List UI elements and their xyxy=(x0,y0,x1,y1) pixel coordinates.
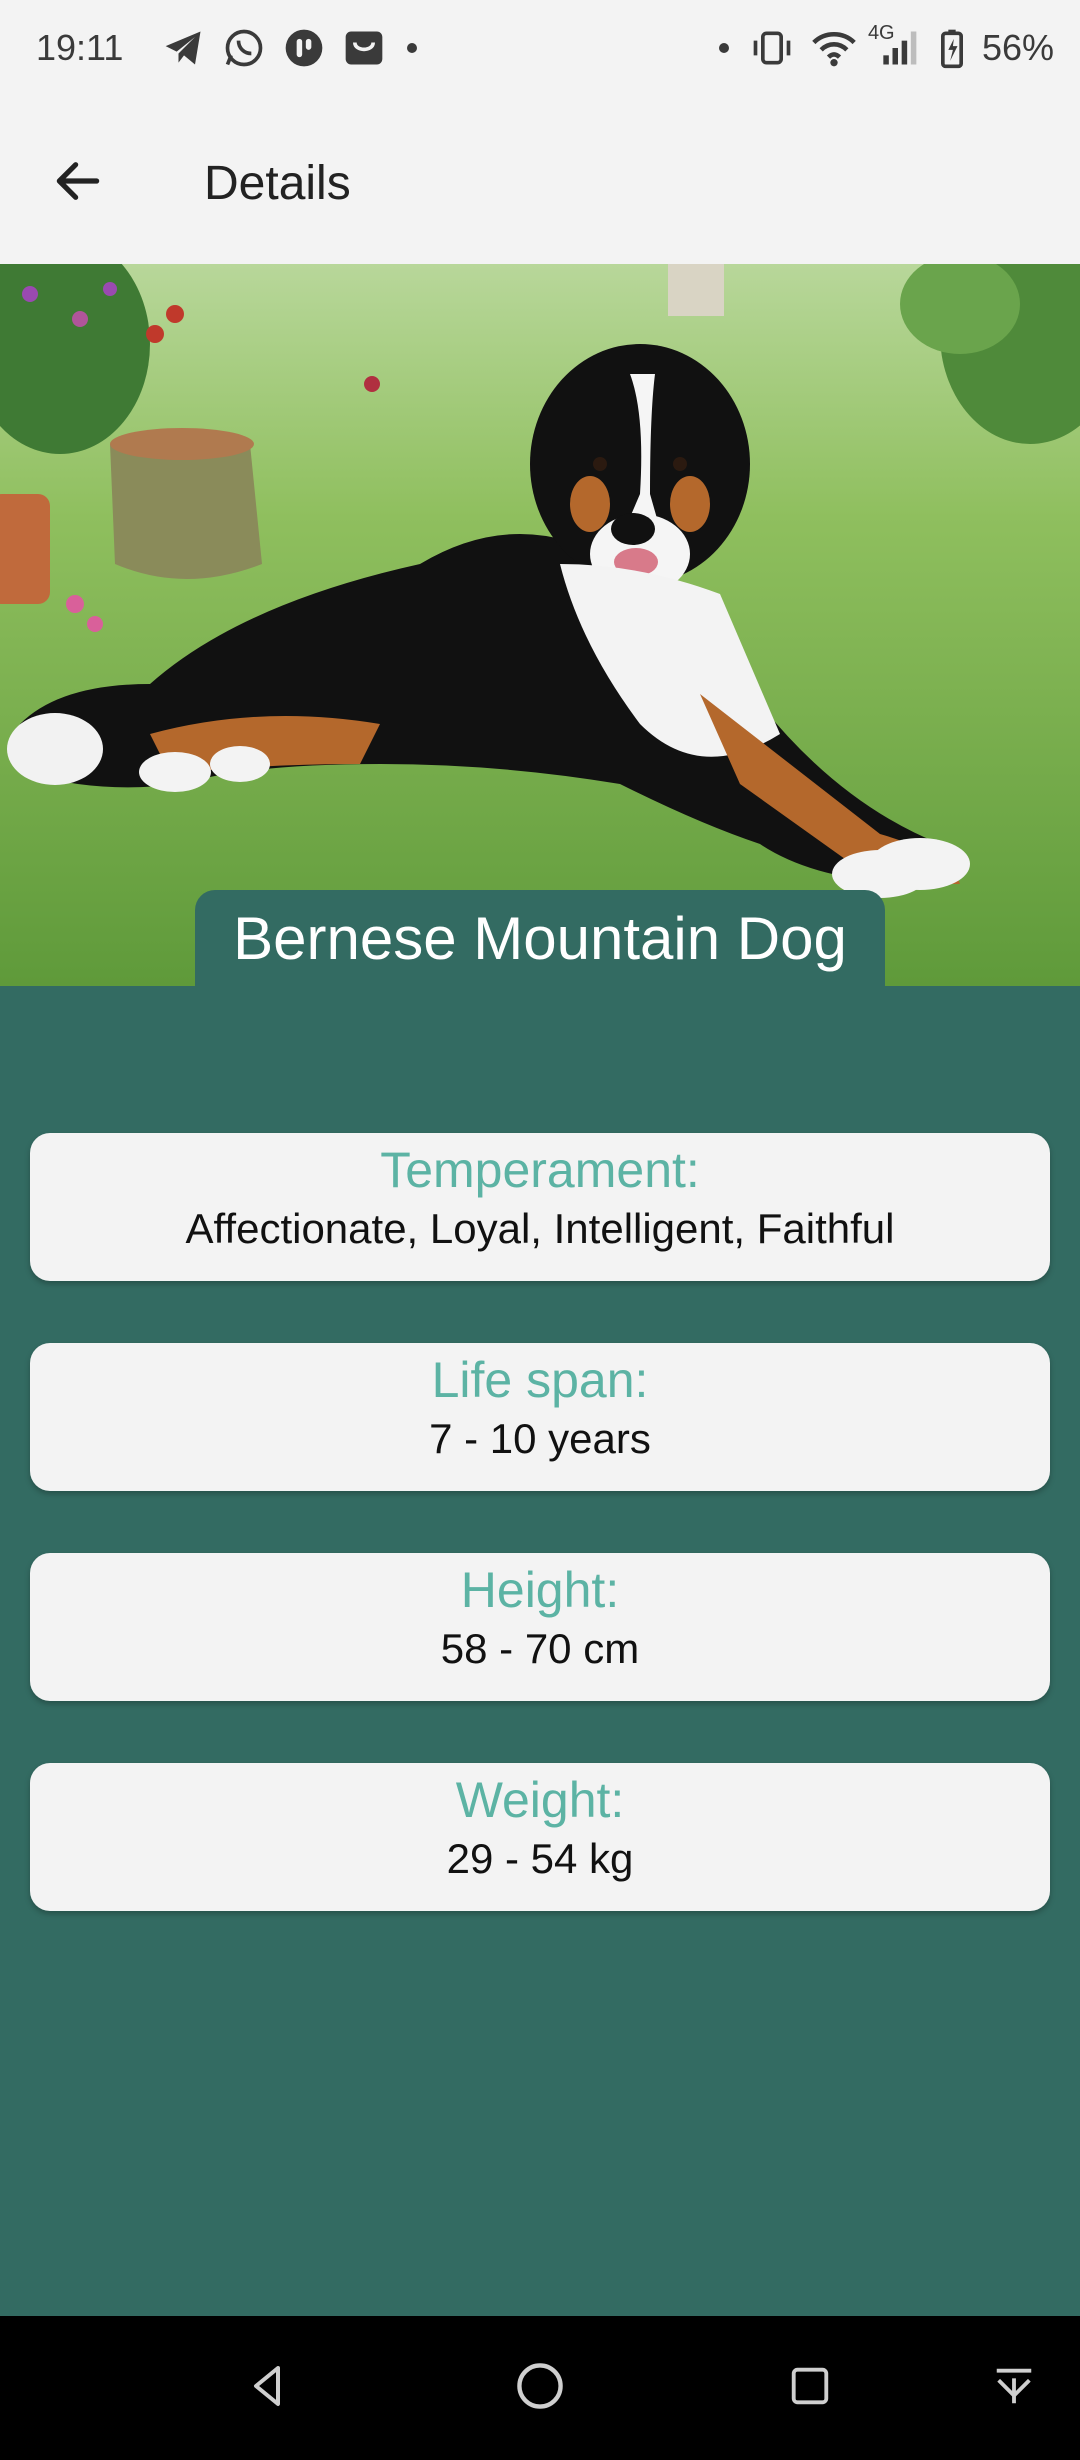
telegram-icon xyxy=(162,26,206,70)
system-navigation-bar xyxy=(0,2316,1080,2460)
dot-icon xyxy=(714,38,734,58)
life-span-value: 7 - 10 years xyxy=(429,1415,651,1462)
temperament-label: Temperament: xyxy=(380,1142,700,1198)
life-span-label: Life span: xyxy=(431,1352,649,1408)
nav-back-button[interactable] xyxy=(236,2356,300,2420)
notification-pull-icon xyxy=(991,2363,1037,2414)
status-time: 19:11 xyxy=(36,27,124,68)
nav-recents-button[interactable] xyxy=(778,2356,842,2420)
dot-icon xyxy=(402,38,422,58)
height-card: Height: 58 - 70 cm xyxy=(30,1553,1050,1701)
nav-home-button[interactable] xyxy=(508,2356,572,2420)
dog-photo-illustration xyxy=(0,264,1080,986)
weight-card: Weight: 29 - 54 kg xyxy=(30,1763,1050,1911)
breed-photo xyxy=(0,264,1080,986)
whatsapp-icon xyxy=(222,26,266,70)
wifi-icon xyxy=(810,26,858,70)
temperament-card: Temperament: Affectionate, Loyal, Intell… xyxy=(30,1133,1050,1281)
shopping-icon xyxy=(342,26,386,70)
height-value: 58 - 70 cm xyxy=(440,1625,640,1672)
weight-label: Weight: xyxy=(455,1772,625,1828)
back-triangle-icon xyxy=(244,2362,292,2415)
weight-value: 29 - 54 kg xyxy=(446,1835,634,1882)
status-left-icons xyxy=(162,22,422,74)
life-span-card: Life span: 7 - 10 years xyxy=(30,1343,1050,1491)
height-label: Height: xyxy=(460,1562,620,1618)
app-icon xyxy=(282,26,326,70)
arrow-back-icon xyxy=(50,153,106,214)
vibrate-icon xyxy=(750,26,794,70)
nav-notification-button[interactable] xyxy=(982,2356,1046,2420)
page-title: Details xyxy=(204,157,351,210)
app-bar: Details xyxy=(0,96,1080,264)
breed-name: Bernese Mountain Dog xyxy=(195,890,885,986)
battery-charging-icon xyxy=(938,26,966,70)
status-bar: 19:11 4G 56% xyxy=(0,0,1080,96)
back-button[interactable] xyxy=(44,149,112,217)
recents-square-icon xyxy=(787,2363,833,2414)
network-type: 4G xyxy=(867,22,895,44)
home-circle-icon xyxy=(514,2360,566,2417)
temperament-value: Affectionate, Loyal, Intelligent, Faithf… xyxy=(185,1205,895,1252)
status-right-icons: 4G 56% xyxy=(714,22,1054,74)
battery-percent: 56% xyxy=(981,27,1054,68)
signal-icon: 4G xyxy=(868,22,922,70)
